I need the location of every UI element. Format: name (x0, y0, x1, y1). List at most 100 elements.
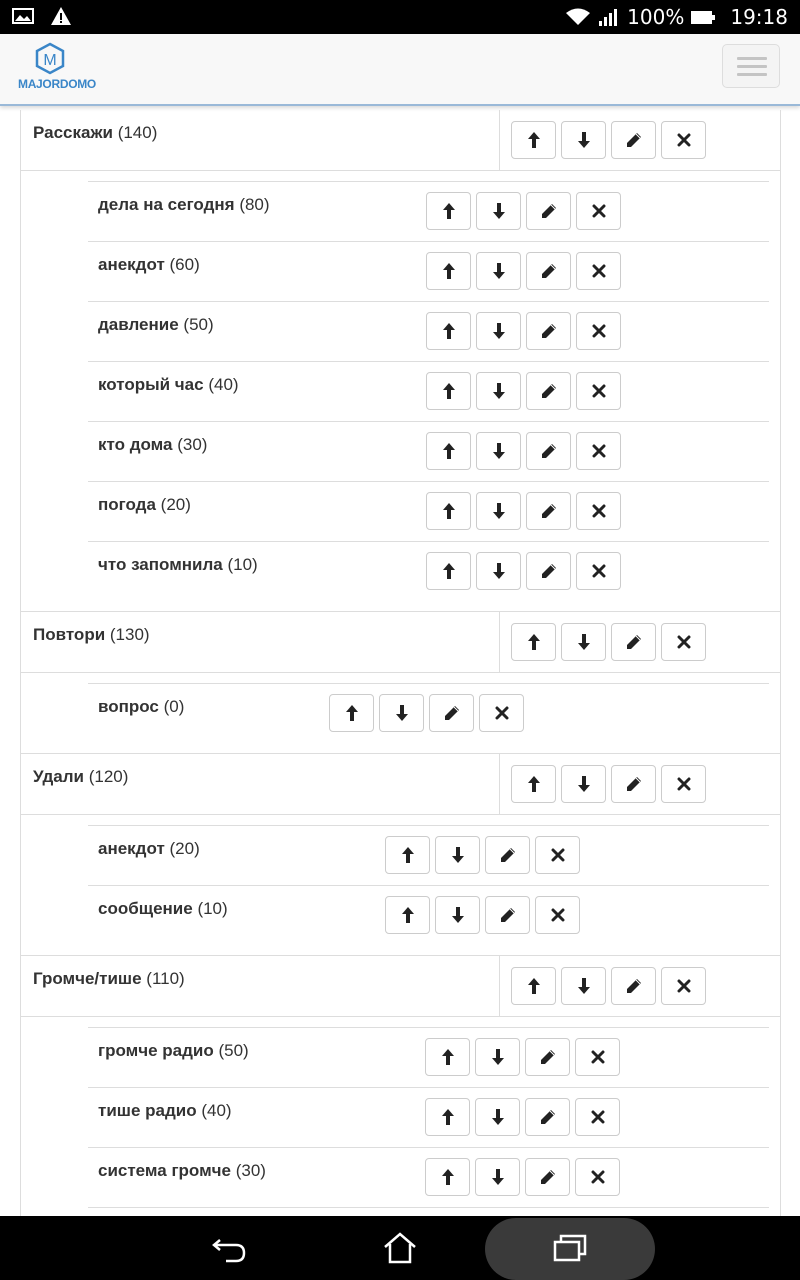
edit-button[interactable] (525, 1158, 570, 1196)
edit-button[interactable] (526, 492, 571, 530)
edit-button[interactable] (526, 252, 571, 290)
delete-button[interactable] (576, 492, 621, 530)
delete-button[interactable] (661, 967, 706, 1005)
edit-button[interactable] (526, 312, 571, 350)
delete-button[interactable] (661, 623, 706, 661)
group-label[interactable]: Удали (120) (33, 767, 128, 787)
move-up-button[interactable] (385, 836, 430, 874)
delete-button[interactable] (576, 552, 621, 590)
move-down-button[interactable] (476, 432, 521, 470)
edit-button[interactable] (611, 765, 656, 803)
edit-button[interactable] (526, 432, 571, 470)
move-up-button[interactable] (425, 1158, 470, 1196)
delete-button[interactable] (479, 694, 524, 732)
item-label[interactable]: кто дома (30) (98, 435, 207, 455)
move-down-button[interactable] (476, 552, 521, 590)
move-up-button[interactable] (426, 312, 471, 350)
delete-button[interactable] (661, 121, 706, 159)
majordomo-logo[interactable]: M MAJORDOMO (18, 42, 96, 98)
move-up-button[interactable] (511, 967, 556, 1005)
move-up-button[interactable] (425, 1098, 470, 1136)
move-up-button[interactable] (426, 372, 471, 410)
move-down-button[interactable] (475, 1098, 520, 1136)
delete-button[interactable] (576, 312, 621, 350)
delete-button[interactable] (661, 765, 706, 803)
arrow-down-icon (577, 977, 591, 995)
item-label[interactable]: погода (20) (98, 495, 191, 515)
edit-button[interactable] (526, 552, 571, 590)
item-label[interactable]: давление (50) (98, 315, 214, 335)
delete-button[interactable] (575, 1098, 620, 1136)
back-button[interactable] (210, 1228, 250, 1268)
edit-button[interactable] (525, 1038, 570, 1076)
move-up-button[interactable] (426, 552, 471, 590)
arrow-down-icon (451, 846, 465, 864)
edit-button[interactable] (485, 896, 530, 934)
move-up-button[interactable] (511, 623, 556, 661)
edit-button[interactable] (526, 192, 571, 230)
row-actions (426, 372, 621, 410)
row-actions (385, 896, 580, 934)
menu-toggle-button[interactable] (722, 44, 780, 88)
edit-button[interactable] (429, 694, 474, 732)
row-actions (425, 1038, 620, 1076)
item-label[interactable]: тише радио (40) (98, 1101, 232, 1121)
delete-button[interactable] (576, 372, 621, 410)
delete-button[interactable] (535, 896, 580, 934)
group-label[interactable]: Расскажи (140) (33, 123, 157, 143)
move-up-button[interactable] (385, 896, 430, 934)
item-label[interactable]: что запомнила (10) (98, 555, 258, 575)
move-down-button[interactable] (561, 623, 606, 661)
move-down-button[interactable] (476, 372, 521, 410)
edit-button[interactable] (485, 836, 530, 874)
move-down-button[interactable] (475, 1038, 520, 1076)
recent-apps-button[interactable] (550, 1228, 590, 1268)
move-up-button[interactable] (425, 1038, 470, 1076)
item-label[interactable]: вопрос (0) (98, 697, 184, 717)
move-down-button[interactable] (561, 967, 606, 1005)
move-down-button[interactable] (476, 312, 521, 350)
move-up-button[interactable] (329, 694, 374, 732)
delete-button[interactable] (576, 192, 621, 230)
delete-button[interactable] (575, 1038, 620, 1076)
pencil-icon (540, 502, 558, 520)
edit-button[interactable] (611, 121, 656, 159)
move-down-button[interactable] (561, 765, 606, 803)
move-up-button[interactable] (426, 252, 471, 290)
item-label[interactable]: анекдот (20) (98, 839, 200, 859)
delete-button[interactable] (576, 252, 621, 290)
sub-item-row (88, 1207, 769, 1216)
delete-button[interactable] (575, 1158, 620, 1196)
item-label[interactable]: анекдот (60) (98, 255, 200, 275)
move-up-button[interactable] (511, 121, 556, 159)
edit-button[interactable] (611, 623, 656, 661)
move-down-button[interactable] (379, 694, 424, 732)
group-label[interactable]: Повтори (130) (33, 625, 150, 645)
move-up-button[interactable] (426, 192, 471, 230)
move-down-button[interactable] (476, 492, 521, 530)
item-label[interactable]: который час (40) (98, 375, 239, 395)
delete-button[interactable] (535, 836, 580, 874)
item-label[interactable]: сообщение (10) (98, 899, 228, 919)
move-down-button[interactable] (435, 836, 480, 874)
move-up-button[interactable] (426, 492, 471, 530)
arrow-down-icon (451, 906, 465, 924)
edit-button[interactable] (611, 967, 656, 1005)
move-down-button[interactable] (475, 1158, 520, 1196)
pencil-icon (540, 442, 558, 460)
move-down-button[interactable] (476, 252, 521, 290)
group-label[interactable]: Громче/тише (110) (33, 969, 185, 989)
edit-button[interactable] (525, 1098, 570, 1136)
move-up-button[interactable] (426, 432, 471, 470)
move-down-button[interactable] (561, 121, 606, 159)
edit-button[interactable] (526, 372, 571, 410)
move-down-button[interactable] (435, 896, 480, 934)
delete-button[interactable] (576, 432, 621, 470)
item-label[interactable]: громче радио (50) (98, 1041, 249, 1061)
times-icon (592, 504, 606, 518)
home-button[interactable] (380, 1228, 420, 1268)
item-label[interactable]: система громче (30) (98, 1161, 266, 1181)
move-down-button[interactable] (476, 192, 521, 230)
move-up-button[interactable] (511, 765, 556, 803)
item-label[interactable]: дела на сегодня (80) (98, 195, 270, 215)
